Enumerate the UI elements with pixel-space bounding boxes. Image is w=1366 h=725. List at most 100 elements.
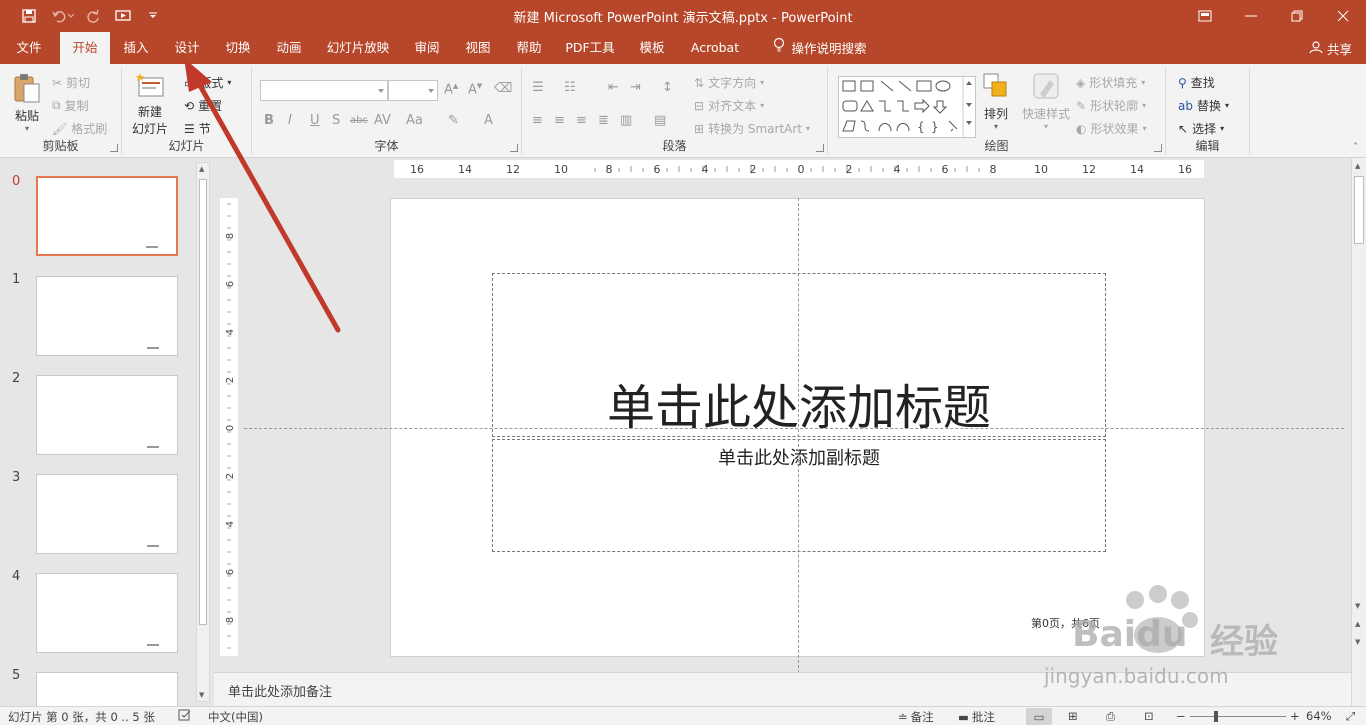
shrink-font-icon[interactable]: A▼ xyxy=(468,82,482,97)
grow-font-icon[interactable]: A▲ xyxy=(444,82,458,97)
slide-thumbnail[interactable] xyxy=(36,276,178,356)
shapes-gallery[interactable]: {} xyxy=(838,76,976,138)
section-button[interactable]: ☰ 节 xyxy=(184,120,211,137)
replace-button[interactable]: ab 替换 ▾ xyxy=(1178,97,1229,114)
minimize-icon[interactable] xyxy=(1228,0,1274,32)
slide-thumbnail[interactable] xyxy=(36,573,178,653)
start-slideshow-icon[interactable] xyxy=(112,6,134,26)
tab-animations[interactable]: 动画 xyxy=(266,32,312,64)
change-case-button[interactable]: Aa xyxy=(406,113,423,128)
share-button[interactable]: 共享 xyxy=(1309,32,1352,64)
subtitle-placeholder[interactable]: 单击此处添加副标题 xyxy=(492,439,1106,552)
line-spacing-icon[interactable]: ↕ xyxy=(662,80,673,95)
tab-review[interactable]: 审阅 xyxy=(404,32,450,64)
columns-icon[interactable]: ▤ xyxy=(654,113,666,128)
slide-thumbnail[interactable] xyxy=(36,375,178,455)
fit-to-window-icon[interactable]: ⤢ xyxy=(1346,709,1355,724)
bullets-icon[interactable]: ☰ xyxy=(532,80,544,95)
tab-design[interactable]: 设计 xyxy=(164,32,210,64)
drawing-launcher-icon[interactable] xyxy=(1154,144,1162,152)
reset-button[interactable]: ⟲ 重置 xyxy=(184,97,222,114)
notes-toggle[interactable]: ≐ 备注 xyxy=(898,709,934,725)
bold-button[interactable]: B xyxy=(264,113,274,128)
char-spacing-button[interactable]: AV xyxy=(374,113,391,128)
tab-file[interactable]: 文件 xyxy=(6,32,52,64)
undo-dropdown-icon[interactable] xyxy=(66,6,76,26)
clear-formatting-icon[interactable]: ⌫ xyxy=(494,81,512,96)
decrease-indent-icon[interactable]: ⇤ xyxy=(608,80,619,95)
notes-pane[interactable]: 单击此处添加备注 xyxy=(214,672,1351,706)
close-icon[interactable] xyxy=(1320,0,1366,32)
spell-check-icon[interactable] xyxy=(178,709,192,721)
paste-button[interactable]: 粘贴 ▾ xyxy=(12,72,42,133)
editor-scrollbar[interactable]: ▲ ▼ ▲ ▼ xyxy=(1351,158,1366,706)
normal-view-icon[interactable]: ▭ xyxy=(1026,708,1052,725)
shape-effects-button[interactable]: ◐ 形状效果 ▾ xyxy=(1076,120,1147,137)
increase-indent-icon[interactable]: ⇥ xyxy=(630,80,641,95)
scrollbar-thumb[interactable] xyxy=(1354,176,1364,244)
align-right-icon[interactable]: ≡ xyxy=(576,113,587,128)
tab-slideshow[interactable]: 幻灯片放映 xyxy=(318,32,398,64)
tab-acrobat[interactable]: Acrobat xyxy=(682,32,748,64)
new-slide-button[interactable]: 新建 幻灯片 xyxy=(132,72,168,137)
tab-home[interactable]: 开始 xyxy=(60,32,110,64)
paragraph-launcher-icon[interactable] xyxy=(816,144,824,152)
distributed-icon[interactable]: ▥ xyxy=(620,113,632,128)
redo-icon[interactable] xyxy=(82,6,104,26)
customize-toolbar-icon[interactable] xyxy=(142,6,164,26)
tab-templates[interactable]: 模板 xyxy=(628,32,676,64)
vertical-guide[interactable] xyxy=(798,198,799,673)
italic-button[interactable]: I xyxy=(288,113,292,128)
prev-slide-icon[interactable]: ▲ xyxy=(1355,620,1360,628)
underline-button[interactable]: U xyxy=(310,113,320,128)
zoom-slider[interactable] xyxy=(1190,716,1286,717)
tell-me-search[interactable]: 操作说明搜索 xyxy=(760,32,880,64)
align-center-icon[interactable]: ≡ xyxy=(554,113,565,128)
restore-icon[interactable] xyxy=(1274,0,1320,32)
text-direction-button[interactable]: ⇅ 文字方向 ▾ xyxy=(694,74,764,91)
slide-thumbnail[interactable] xyxy=(36,672,178,706)
shadow-button[interactable]: S xyxy=(332,113,340,128)
align-left-icon[interactable]: ≡ xyxy=(532,113,543,128)
cut-button[interactable]: ✂ 剪切 xyxy=(52,74,90,91)
font-launcher-icon[interactable] xyxy=(510,144,518,152)
title-placeholder[interactable]: 单击此处添加标题 xyxy=(492,273,1106,437)
tab-pdf-tools[interactable]: PDF工具 xyxy=(558,32,622,64)
zoom-out-icon[interactable]: − xyxy=(1176,709,1186,723)
ribbon-display-options-icon[interactable] xyxy=(1182,0,1228,32)
font-color-button[interactable]: A xyxy=(484,113,493,128)
find-button[interactable]: ⚲ 查找 xyxy=(1178,74,1215,91)
slide-thumbnail[interactable] xyxy=(36,176,178,256)
language-indicator[interactable]: 中文(中国) xyxy=(208,709,263,725)
save-icon[interactable] xyxy=(18,6,40,26)
font-size-combo[interactable] xyxy=(388,80,438,101)
smartart-button[interactable]: ⊞ 转换为 SmartArt ▾ xyxy=(694,120,810,137)
next-slide-icon[interactable]: ▼ xyxy=(1355,638,1360,646)
numbering-icon[interactable]: ☷ xyxy=(564,80,576,95)
reading-view-icon[interactable]: ⎙ xyxy=(1106,709,1115,724)
slide-thumbnail[interactable] xyxy=(36,474,178,554)
collapse-ribbon-icon[interactable]: ˄ xyxy=(1353,142,1358,153)
strikethrough-button[interactable]: abc xyxy=(350,115,368,126)
highlight-icon[interactable]: ✎ xyxy=(448,113,459,128)
tab-transitions[interactable]: 切换 xyxy=(216,32,260,64)
shape-outline-button[interactable]: ✎ 形状轮廓 ▾ xyxy=(1076,97,1146,114)
quick-styles-button[interactable]: 快速样式 ▾ xyxy=(1022,72,1070,131)
shape-fill-button[interactable]: ◈ 形状填充 ▾ xyxy=(1076,74,1145,91)
slide-sorter-icon[interactable]: ⊞ xyxy=(1068,709,1078,723)
zoom-slider-thumb[interactable] xyxy=(1214,711,1218,722)
tab-insert[interactable]: 插入 xyxy=(114,32,158,64)
horizontal-guide[interactable] xyxy=(244,428,1344,429)
zoom-in-icon[interactable]: + xyxy=(1290,709,1300,723)
copy-button[interactable]: ⧉ 复制 xyxy=(52,97,89,114)
slideshow-view-icon[interactable]: ⊡ xyxy=(1144,709,1154,723)
arrange-button[interactable]: 排列 ▾ xyxy=(982,72,1010,131)
format-painter-button[interactable]: 🖌 格式刷 xyxy=(52,120,107,137)
thumbnail-scrollbar[interactable]: ▲ ▼ xyxy=(196,162,210,702)
comments-toggle[interactable]: ▬ 批注 xyxy=(958,709,995,725)
clipboard-launcher-icon[interactable] xyxy=(110,144,118,152)
font-name-combo[interactable] xyxy=(260,80,388,101)
layout-button[interactable]: ▭ 版式 ▾ xyxy=(184,74,231,91)
zoom-level[interactable]: 64% xyxy=(1306,709,1332,723)
tab-help[interactable]: 帮助 xyxy=(506,32,552,64)
